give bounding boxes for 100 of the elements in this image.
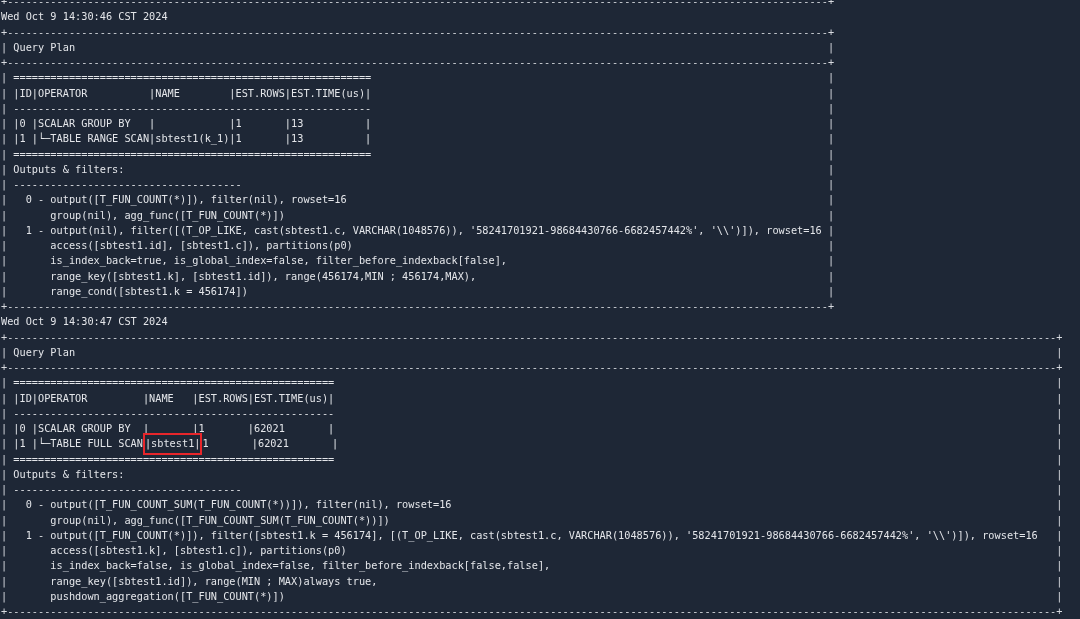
table-border: | xyxy=(1,268,8,284)
table-border: | xyxy=(1,192,8,208)
table-border: | xyxy=(827,131,835,147)
table-border: | xyxy=(1,85,8,101)
output-text: |1 |└─TABLE RANGE SCAN|sbtest1(k_1)|1 |13 | xyxy=(12,131,372,147)
table-border-line: +--------------------------------------------------------------------------------------------------------------------------------------------------------------------------+ xyxy=(1,604,1063,619)
highlighted-name-text: |sbtest1| xyxy=(142,433,203,455)
output-text: group(nil), agg_func([T_FUN_COUNT_SUM(T_FUN_COUNT(*))]) xyxy=(49,512,390,528)
output-text: 0 - output([T_FUN_COUNT(*)]), filter(nil), rowset=16 xyxy=(24,192,347,208)
table-border: | xyxy=(1056,543,1063,559)
table-border: | xyxy=(1,116,8,132)
table-border: | xyxy=(1,207,8,223)
output-text: access([sbtest1.k], [sbtest1.c]), partitions(p0) xyxy=(49,543,347,558)
table-border: | xyxy=(1,421,8,437)
output-text: ==================================================== xyxy=(12,375,335,391)
table-border: | xyxy=(827,207,835,223)
table-border: | xyxy=(827,161,835,177)
table-border: | xyxy=(1,283,8,299)
table-border: | xyxy=(827,177,835,193)
output-text: range_key([sbtest1.k], [sbtest1.id]), range(456174,MIN ; 456174,MAX), xyxy=(49,268,477,284)
table-border: | xyxy=(1,512,8,528)
table-border: | xyxy=(827,253,835,269)
output-text: ---------------------------------------------------- xyxy=(12,405,335,421)
table-border: | xyxy=(827,100,835,116)
table-border: | xyxy=(1,177,8,193)
output-text: access([sbtest1.id], [sbtest1.c]), partitions(p0) xyxy=(49,238,353,253)
table-border-line: +-------------------------------------------------------------------------------------------------------------------------------------+ xyxy=(1,299,835,314)
table-border: | xyxy=(1,482,8,498)
table-border: | xyxy=(1056,405,1063,421)
output-text: ========================================================== xyxy=(12,70,372,86)
timestamp-text: Wed Oct 9 14:30:47 CST 2024 xyxy=(1,314,168,330)
table-border: | xyxy=(827,146,835,162)
table-border: | xyxy=(827,238,835,254)
output-text: is_index_back=false, is_global_index=false, filter_before_indexback[false,false], xyxy=(49,558,551,574)
table-border: | xyxy=(1056,344,1063,360)
table-border: | xyxy=(827,192,835,208)
table-border: | xyxy=(827,39,835,55)
table-border: | xyxy=(1056,482,1063,498)
table-border: | xyxy=(1056,436,1063,452)
table-border: | xyxy=(1056,375,1063,391)
table-border: | xyxy=(1,146,8,162)
table-border: | xyxy=(1,39,8,55)
output-text: Outputs & filters: xyxy=(12,466,125,482)
table-border: | xyxy=(1,588,8,604)
output-text: 1 |62021 | xyxy=(202,436,339,452)
output-text: ========================================================== xyxy=(12,146,372,162)
table-border: | xyxy=(827,116,835,132)
table-border: | xyxy=(1056,527,1063,543)
output-text: pushdown_aggregation([T_FUN_COUNT(*)]) xyxy=(49,588,285,604)
table-border: | xyxy=(1056,466,1063,482)
output-text: 1 - output([T_FUN_COUNT(*)]), filter([sbtest1.k = 456174], [(T_OP_LIKE, cast(sbtest1.c, VARCHAR(1048576)), '58241701921-98684430766-6682457442%', '\\')]), rowset=16 xyxy=(24,527,1038,543)
table-border: | xyxy=(1056,573,1063,589)
output-text: range_cond([sbtest1.k = 456174]) xyxy=(49,283,248,299)
table-border: | xyxy=(1,573,8,589)
table-border: | xyxy=(1,161,8,177)
table-border: | xyxy=(1056,588,1063,604)
output-text: group(nil), agg_func([T_FUN_COUNT(*)]) xyxy=(49,207,285,223)
output-text: ---------------------------------------------------------- xyxy=(12,100,372,116)
output-text: range_key([sbtest1.id]), range(MIN ; MAX)always true, xyxy=(49,573,378,589)
table-border: | xyxy=(1,466,8,482)
table-border-line: +-------------------------------------------------------------------------------------------------------------------------------------+ xyxy=(1,24,835,40)
table-border: | xyxy=(1056,390,1063,406)
table-border: | xyxy=(1056,451,1063,467)
table-border-line: +-------------------------------------------------------------------------------------------------------------------------------------+ xyxy=(1,55,835,70)
table-border: | xyxy=(1,497,8,513)
table-border: | xyxy=(1,70,8,86)
table-border: | xyxy=(1056,497,1063,513)
output-text: |ID|OPERATOR |NAME |EST.ROWS|EST.TIME(us)| xyxy=(12,390,335,406)
output-text: |ID|OPERATOR |NAME |EST.ROWS|EST.TIME(us)| xyxy=(12,85,372,101)
table-border: | xyxy=(1056,421,1063,437)
output-text: ------------------------------------- xyxy=(12,482,242,497)
table-border: | xyxy=(827,85,835,101)
table-border: | xyxy=(1056,512,1063,528)
table-border: | xyxy=(1,543,8,559)
table-border: | xyxy=(1,253,8,269)
output-text: is_index_back=true, is_global_index=false, filter_before_indexback[false], xyxy=(49,253,508,269)
output-text: |0 |SCALAR GROUP BY | |1 |13 | xyxy=(12,116,372,132)
table-border: | xyxy=(1,344,8,360)
output-text: 0 - output([T_FUN_COUNT_SUM(T_FUN_COUNT(*))]), filter(nil), rowset=16 xyxy=(24,497,452,513)
output-text: Query Plan xyxy=(12,39,76,55)
table-border: | xyxy=(1,100,8,116)
output-text: Outputs & filters: xyxy=(12,161,125,177)
output-text: |1 |└─TABLE FULL SCAN xyxy=(12,436,143,452)
table-border: | xyxy=(1,558,8,574)
table-border: | xyxy=(1,390,8,406)
table-border: | xyxy=(1056,558,1063,574)
table-border: | xyxy=(827,268,835,284)
output-text: ------------------------------------- xyxy=(12,177,242,192)
table-border: | xyxy=(1,405,8,421)
table-border: | xyxy=(1,436,8,452)
timestamp-text: Wed Oct 9 14:30:46 CST 2024 xyxy=(1,9,168,25)
table-border-line: +--------------------------------------------------------------------------------------------------------------------------------------------------------------------------+ xyxy=(1,360,1063,375)
table-border: | xyxy=(1,451,8,467)
table-border: | xyxy=(827,283,835,299)
table-border: | xyxy=(1,527,8,543)
table-border: | xyxy=(1,375,8,391)
output-text: 1 - output(nil), filter([(T_OP_LIKE, cast(sbtest1.c, VARCHAR(1048576)), '58241701921-98684430766-6682457442%', '\\')]), rowset=16 xyxy=(24,222,822,238)
table-border: | xyxy=(827,70,835,86)
table-border: | xyxy=(1,238,8,254)
table-border: | xyxy=(827,222,835,238)
